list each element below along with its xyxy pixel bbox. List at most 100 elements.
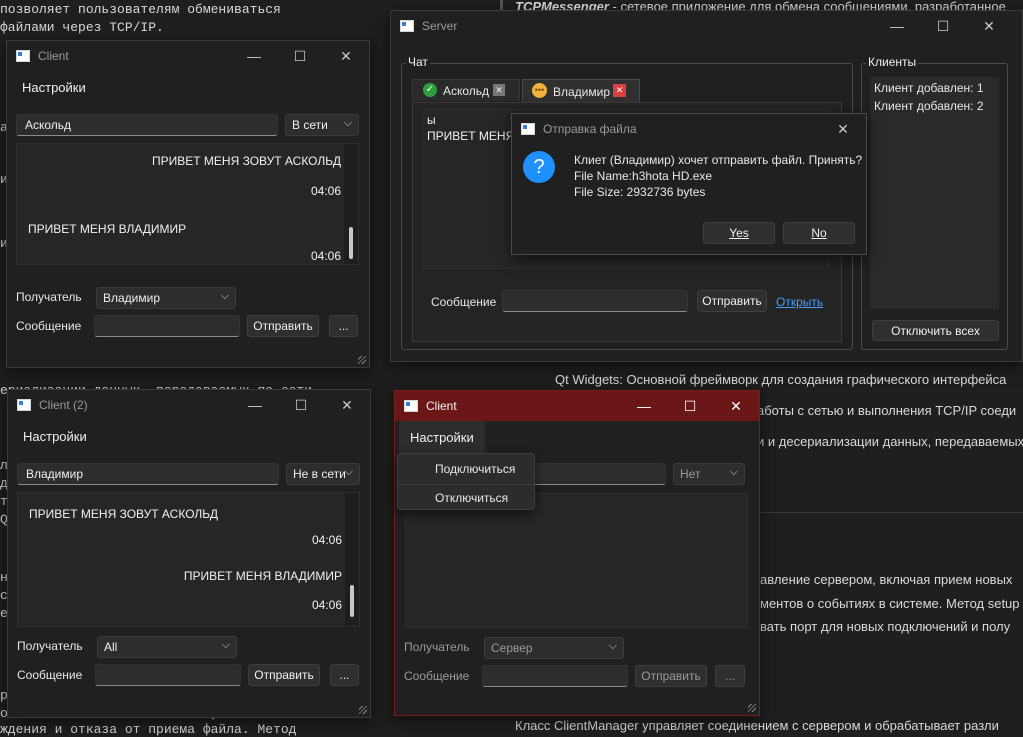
message-input[interactable]	[482, 665, 628, 687]
minimize-icon[interactable]: —	[621, 391, 667, 421]
resize-grip[interactable]	[358, 356, 366, 364]
no-button[interactable]: No	[783, 222, 855, 244]
close-tab-icon[interactable]: ✕	[613, 84, 626, 97]
chat-history[interactable]: ПРИВЕТ МЕНЯ ЗОВУТ АСКОЛЬД 04:06 ПРИВЕТ М…	[17, 492, 360, 627]
chat-message: ПРИВЕТ МЕНЯ ВЛАДИМИР	[28, 222, 187, 236]
close-tab-icon[interactable]: ✕	[493, 84, 505, 96]
chat-time: 04:06	[310, 184, 341, 198]
menu-settings[interactable]: Настройки	[410, 430, 474, 445]
title-bar[interactable]: Server — ☐ ✕	[391, 11, 1022, 41]
bg-text-line: файлами через TCP/IP.	[0, 20, 164, 35]
close-icon[interactable]: ✕	[323, 41, 369, 71]
bg-text-line: и и десериализации данных, передаваемых	[757, 434, 1023, 449]
chevron-down-icon: ⌵	[220, 290, 229, 302]
title-bar[interactable]: Client — ☐ ✕	[395, 391, 759, 421]
recipient-value: All	[104, 640, 118, 654]
send-button[interactable]: Отправить	[248, 664, 320, 686]
status-combo[interactable]: Не в сети ⌵	[286, 463, 360, 485]
title-bar[interactable]: Client — ☐ ✕	[7, 41, 369, 71]
send-button[interactable]: Отправить	[247, 315, 319, 337]
chat-history[interactable]: ПРИВЕТ МЕНЯ ЗОВУТ АСКОЛЬД 04:06 ПРИВЕТ М…	[16, 143, 359, 265]
bg-text-line: Qt Widgets: Основной фреймворк для созда…	[555, 372, 1007, 387]
chevron-down-icon: ⌵	[729, 466, 738, 478]
tab-vladimir[interactable]: ••• Владимир ✕	[522, 79, 640, 103]
title-bar[interactable]: Отправка файла ✕	[512, 114, 866, 144]
status-combo[interactable]: Нет ⌵	[673, 463, 745, 485]
log-entry: Клиент добавлен: 1	[874, 81, 984, 95]
chevron-down-icon: ⌵	[221, 639, 230, 651]
status-combo[interactable]: В сети ⌵	[285, 114, 359, 136]
disconnect-all-button[interactable]: Отключить всех	[872, 320, 999, 341]
message-input[interactable]	[95, 664, 241, 686]
close-icon[interactable]: ✕	[713, 391, 759, 421]
recipient-value: Сервер	[491, 641, 533, 655]
close-icon[interactable]: ✕	[966, 11, 1012, 41]
bg-text-line: позволяет пользователям обмениваться	[0, 2, 281, 17]
online-icon: ✓	[423, 83, 437, 97]
chat-message: ы	[427, 113, 436, 127]
recipient-label: Получатель	[17, 639, 83, 653]
yes-button[interactable]: Yes	[703, 222, 775, 244]
group-title: Чат	[406, 55, 430, 69]
minimize-icon[interactable]: —	[231, 41, 277, 71]
open-link[interactable]: Открыть	[776, 295, 823, 309]
message-label: Сообщение	[431, 295, 497, 309]
name-field[interactable]: Аскольд	[16, 114, 278, 136]
tab-label: Владимир	[553, 85, 611, 99]
scroll-thumb[interactable]	[350, 585, 354, 617]
attach-file-button[interactable]: ...	[330, 664, 359, 686]
tab-askold[interactable]: ✓ Аскольд ✕	[412, 79, 520, 101]
title-bar[interactable]: Client (2) — ☐ ✕	[8, 390, 370, 420]
window-title: Client	[426, 399, 457, 413]
send-button[interactable]: Отправить	[635, 665, 707, 687]
menu-settings-active[interactable]: Настройки	[399, 421, 485, 453]
menu-item-connect[interactable]: Подключиться	[398, 458, 534, 480]
close-icon[interactable]: ✕	[820, 114, 866, 144]
maximize-icon[interactable]: ☐	[277, 41, 323, 71]
message-input[interactable]	[502, 290, 688, 312]
maximize-icon[interactable]: ☐	[920, 11, 966, 41]
recipient-combo[interactable]: Сервер ⌵	[484, 637, 624, 659]
attach-file-button[interactable]: ...	[329, 315, 358, 337]
client-window-askold: Client — ☐ ✕ Настройки Аскольд В сети ⌵ П…	[6, 40, 370, 368]
resize-grip[interactable]	[359, 706, 367, 714]
minimize-icon[interactable]: —	[232, 390, 278, 420]
status-value: В сети	[292, 118, 328, 132]
file-transfer-dialog: Отправка файла ✕ ? Клиет (Владимир) хоче…	[511, 113, 867, 255]
dialog-title: Отправка файла	[543, 122, 637, 136]
chat-message: ПРИВЕТ МЕНЯ ЗОВУТ АСКОЛЬД	[151, 154, 341, 168]
dialog-file-name: File Name:h3hota HD.exe	[574, 169, 713, 183]
bg-text-line: ментов о событиях в системе. Метод setup	[760, 596, 1020, 611]
chevron-down-icon: ⌵	[608, 640, 617, 652]
clients-log[interactable]: Клиент добавлен: 1 Клиент добавлен: 2	[870, 77, 999, 309]
maximize-icon[interactable]: ☐	[278, 390, 324, 420]
busy-icon: •••	[532, 83, 547, 98]
window-title: Client (2)	[39, 398, 88, 412]
minimize-icon[interactable]: —	[874, 11, 920, 41]
resize-grip[interactable]	[748, 704, 756, 712]
scrollbar[interactable]	[344, 144, 358, 264]
name-field[interactable]	[531, 463, 666, 485]
name-field[interactable]: Владимир	[17, 463, 279, 485]
status-value: Не в сети	[293, 467, 346, 481]
menu-settings[interactable]: Настройки	[23, 429, 87, 444]
recipient-combo[interactable]: Владимир ⌵	[96, 287, 236, 309]
message-input[interactable]	[94, 315, 240, 337]
window-title: Server	[422, 19, 458, 33]
bg-text-line: Класс ClientManager управляет соединение…	[515, 718, 999, 733]
attach-file-button[interactable]: ...	[715, 665, 745, 687]
menu-item-disconnect[interactable]: Отключиться	[398, 488, 534, 510]
recipient-combo[interactable]: All ⌵	[97, 636, 237, 658]
send-button[interactable]: Отправить	[697, 290, 767, 312]
message-label: Сообщение	[16, 319, 82, 333]
close-icon[interactable]: ✕	[324, 390, 370, 420]
scrollbar[interactable]	[345, 493, 359, 626]
client-window-vladimir: Client (2) — ☐ ✕ Настройки Владимир Не в…	[7, 389, 371, 718]
scroll-thumb[interactable]	[349, 227, 353, 259]
chat-history[interactable]	[405, 493, 748, 628]
bg-text-line: аботы с сетью и выполнения TCP/IP соеди	[757, 403, 1017, 418]
maximize-icon[interactable]: ☐	[667, 391, 713, 421]
menu-settings[interactable]: Настройки	[22, 80, 86, 95]
chat-message: ПРИВЕТ МЕНЯ ВЛАДИМИР	[183, 569, 342, 583]
app-icon	[17, 399, 31, 411]
